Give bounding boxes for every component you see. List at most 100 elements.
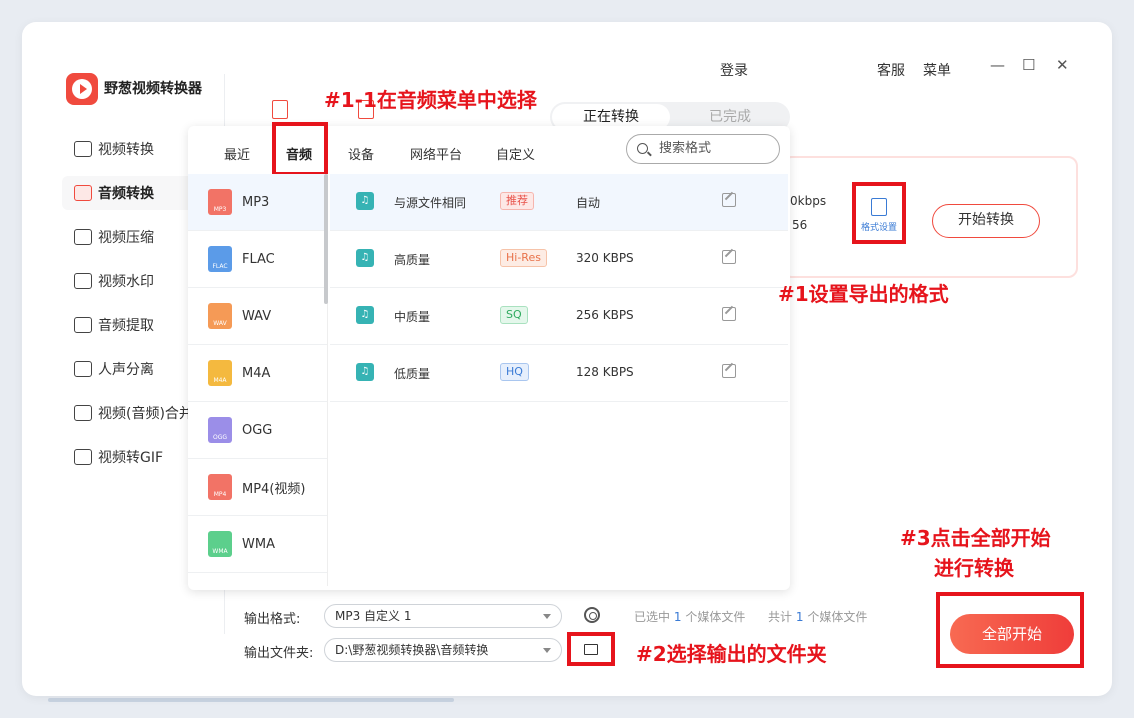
edit-icon[interactable]	[722, 250, 736, 264]
choose-folder-button[interactable]	[567, 632, 615, 666]
microphone-icon	[74, 317, 92, 333]
quality-rate: 自动	[576, 196, 601, 210]
quality-rate: 128 KBPS	[576, 365, 634, 379]
chevron-down-icon	[543, 648, 551, 653]
output-format-label: 输出格式:	[244, 612, 301, 627]
format-item-wma[interactable]: WMA WMA	[188, 516, 327, 573]
service-link[interactable]: 客服	[877, 60, 905, 80]
format-label: WAV	[242, 308, 272, 324]
minimize-button[interactable]: —	[990, 56, 1005, 74]
tab-recent[interactable]: 最近	[224, 144, 250, 163]
format-item-m4a[interactable]: M4A M4A	[188, 345, 327, 402]
quality-badge: Hi-Res	[500, 249, 547, 267]
login-link[interactable]: 登录	[720, 60, 748, 80]
person-icon	[74, 361, 92, 377]
output-folder-label: 输出文件夹:	[244, 646, 314, 661]
quality-row-medium[interactable]: ♫ 中质量 SQ 256 KBPS	[330, 288, 788, 345]
mp4-file-icon: MP4	[208, 474, 232, 500]
start-convert-button[interactable]: 开始转换	[932, 204, 1040, 238]
output-format-value: MP3 自定义 1	[335, 609, 412, 623]
quality-name: 中质量	[394, 310, 431, 324]
sidebar-item-label: 视频转GIF	[98, 450, 164, 466]
rate-text: 56	[792, 218, 808, 232]
settings-doc-icon	[871, 198, 887, 216]
music-note-icon: ♫	[356, 249, 374, 267]
speaker-icon	[74, 185, 92, 201]
play-icon	[72, 79, 92, 99]
start-all-button[interactable]: 全部开始	[950, 614, 1074, 654]
output-format-select[interactable]: MP3 自定义 1	[324, 604, 562, 628]
format-item-wav[interactable]: WAV WAV	[188, 288, 327, 345]
annotation-step2: #2选择输出的文件夹	[636, 642, 827, 666]
format-label: M4A	[242, 365, 271, 381]
gear-icon[interactable]	[584, 607, 600, 623]
merge-icon	[74, 405, 92, 421]
format-label: MP3	[242, 194, 270, 210]
output-folder-select[interactable]: D:\野葱视频转换器\音频转换	[324, 638, 562, 662]
background-strip	[48, 698, 454, 702]
gif-icon	[74, 449, 92, 465]
selected-number: 1	[673, 610, 682, 624]
quality-badge: SQ	[500, 306, 528, 324]
m4a-file-icon: M4A	[208, 360, 232, 386]
compress-icon	[74, 229, 92, 245]
format-list-scrollbar[interactable]	[324, 174, 328, 304]
quality-badge: 推荐	[500, 192, 534, 210]
total-suffix: 个媒体文件	[807, 610, 868, 624]
format-label: FLAC	[242, 251, 275, 267]
sidebar-item-label: 视频转换	[98, 142, 154, 158]
selected-prefix: 已选中	[634, 610, 671, 624]
format-item-ogg[interactable]: OGG OGG	[188, 402, 327, 459]
format-item-mp4[interactable]: MP4 MP4(视频)	[188, 459, 327, 516]
format-label: MP4(视频)	[242, 481, 306, 497]
edit-icon[interactable]	[722, 364, 736, 378]
bitrate-text: 0kbps	[790, 194, 827, 208]
chevron-down-icon	[543, 614, 551, 619]
quality-row-high[interactable]: ♫ 高质量 Hi-Res 320 KBPS	[330, 231, 788, 288]
format-search-input[interactable]: 搜索格式	[626, 134, 780, 164]
close-button[interactable]: ✕	[1056, 56, 1069, 74]
quality-name: 高质量	[394, 253, 431, 267]
video-icon	[74, 141, 92, 157]
format-item-flac[interactable]: FLAC FLAC	[188, 231, 327, 288]
add-file-icon[interactable]	[272, 100, 288, 119]
quality-name: 低质量	[394, 367, 431, 381]
flac-file-icon: FLAC	[208, 246, 232, 272]
sidebar-item-label: 音频提取	[98, 318, 154, 334]
sidebar-item-label: 人声分离	[98, 362, 154, 378]
menu-link[interactable]: 菜单	[923, 60, 951, 80]
quality-badge: HQ	[500, 363, 529, 381]
annotation-step3-line1: #3点击全部开始	[900, 526, 1051, 550]
quality-name: 与源文件相同	[394, 196, 467, 210]
music-note-icon: ♫	[356, 363, 374, 381]
app-title: 野葱视频转换器	[104, 81, 202, 97]
tab-device[interactable]: 设备	[348, 144, 374, 163]
format-settings-label: 格式设置	[860, 223, 897, 233]
maximize-button[interactable]: ☐	[1022, 56, 1035, 74]
total-count: 共计 1 个媒体文件	[768, 608, 867, 625]
tab-custom[interactable]: 自定义	[496, 144, 535, 163]
folder-icon	[584, 643, 598, 655]
tab-audio[interactable]: 音频	[286, 144, 312, 163]
annotation-step1-1: #1-1在音频菜单中选择	[324, 88, 537, 112]
quality-rate: 256 KBPS	[576, 308, 634, 322]
selected-suffix: 个媒体文件	[685, 610, 746, 624]
quality-rate: 320 KBPS	[576, 251, 634, 265]
total-prefix: 共计	[768, 610, 793, 624]
tab-web-platform[interactable]: 网络平台	[410, 144, 462, 163]
format-settings-button[interactable]: 格式设置	[852, 182, 906, 244]
edit-icon[interactable]	[722, 307, 736, 321]
format-panel: 最近 音频 设备 网络平台 自定义 搜索格式 MP3 MP3 FLAC FLAC W…	[188, 122, 790, 590]
search-icon	[637, 143, 648, 154]
output-folder-value: D:\野葱视频转换器\音频转换	[335, 643, 489, 657]
app-logo	[66, 73, 98, 105]
edit-icon[interactable]	[722, 193, 736, 207]
watermark-icon	[74, 273, 92, 289]
sidebar-item-label: 视频(音频)合并	[98, 406, 193, 422]
wav-file-icon: WAV	[208, 303, 232, 329]
quality-row-low[interactable]: ♫ 低质量 HQ 128 KBPS	[330, 345, 788, 402]
annotation-step1: #1设置导出的格式	[778, 282, 949, 306]
mp3-file-icon: MP3	[208, 189, 232, 215]
quality-row-source[interactable]: ♫ 与源文件相同 推荐 自动	[330, 174, 788, 231]
format-item-mp3[interactable]: MP3 MP3	[188, 174, 327, 231]
